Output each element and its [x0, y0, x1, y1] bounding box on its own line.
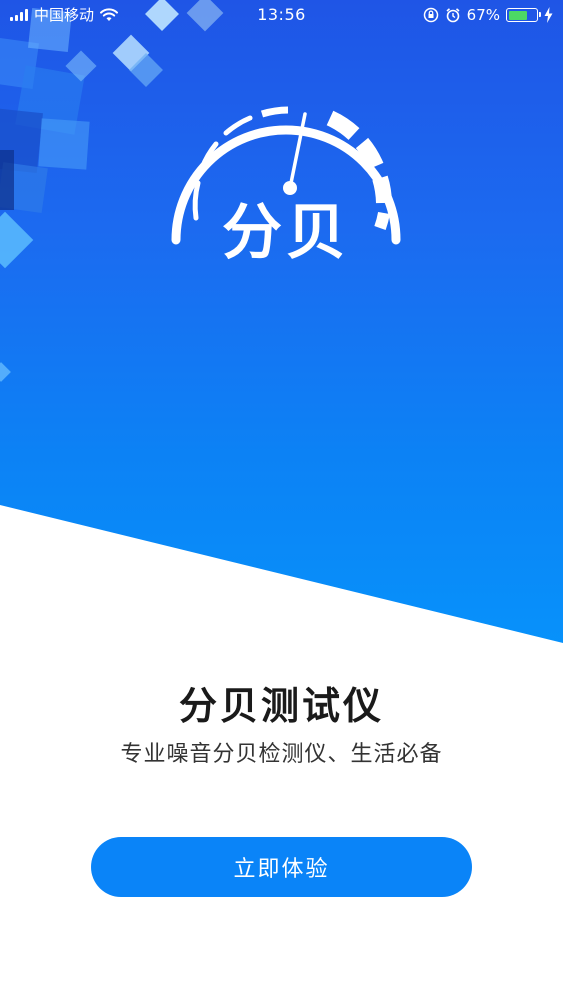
square — [0, 362, 11, 382]
square — [0, 211, 34, 269]
battery-percent: 67% — [466, 6, 500, 24]
charging-icon — [544, 7, 553, 23]
logo-text: 分贝 — [222, 198, 350, 268]
screen-lock-icon — [423, 7, 438, 23]
try-now-button[interactable]: 立即体验 — [91, 837, 472, 897]
battery-icon — [506, 8, 541, 22]
square — [38, 118, 90, 170]
app-logo: 分贝 — [158, 88, 414, 278]
splash-screen: 中国移动 13:56 67% 分贝 分贝测试仪 专业噪音分贝检测仪、生活必备 立… — [0, 0, 563, 1000]
square — [0, 150, 14, 210]
app-title: 分贝测试仪 — [178, 684, 384, 728]
battery-fill — [508, 10, 527, 20]
status-bar: 中国移动 13:56 67% — [0, 0, 563, 30]
status-right: 67% — [423, 5, 553, 25]
app-subtitle: 专业噪音分贝检测仪、生活必备 — [120, 742, 443, 767]
alarm-icon — [446, 8, 460, 23]
squares-left-cluster — [0, 8, 97, 382]
